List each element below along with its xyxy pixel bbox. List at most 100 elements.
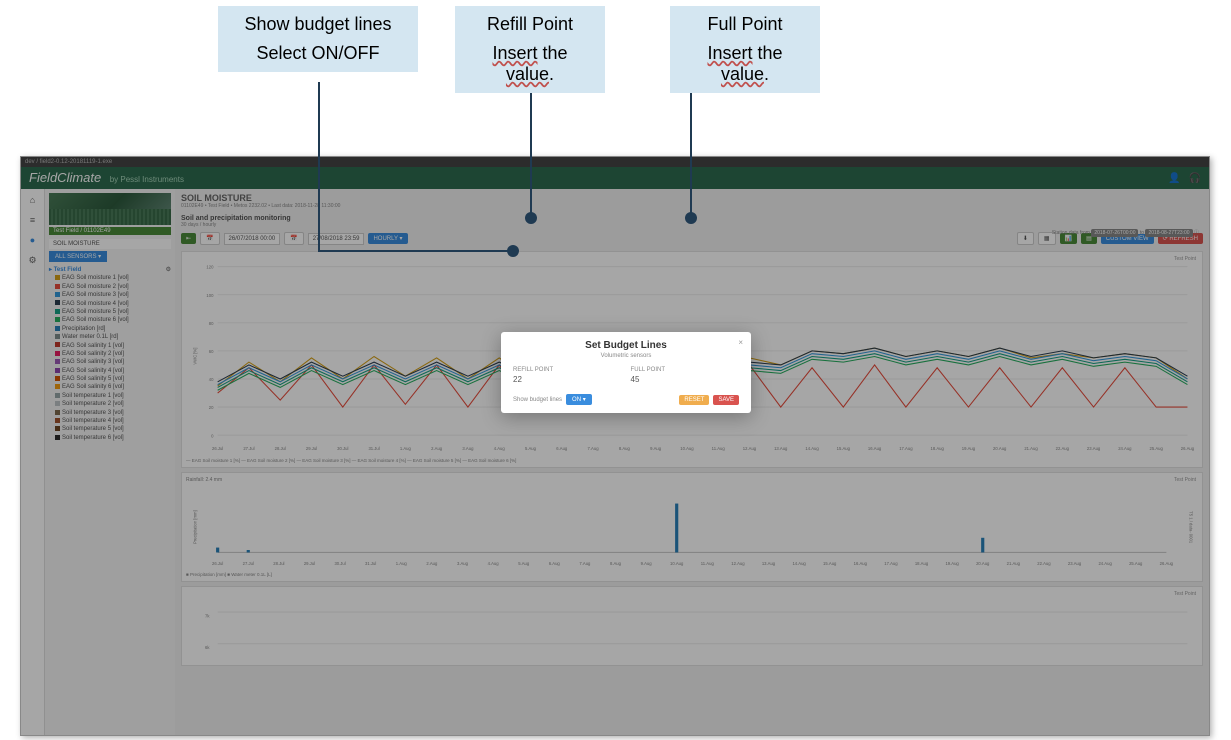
hourly-button[interactable]: HOURLY ▾ — [368, 233, 407, 244]
svg-text:3.Aug: 3.Aug — [457, 561, 469, 566]
reset-button[interactable]: RESET — [679, 395, 709, 405]
rainfall-chart-panel: Test Point Rainfall: 2.4 mm 26.Jul27.Jul… — [181, 472, 1203, 581]
sensor-tree-item[interactable]: EAG Soil salinity 4 [vol] — [49, 367, 171, 375]
svg-text:16.Aug: 16.Aug — [854, 561, 868, 566]
svg-text:40: 40 — [209, 377, 214, 382]
drop-icon[interactable]: ● — [30, 235, 35, 245]
full-point-input[interactable]: 45 — [631, 375, 739, 384]
sensor-tree-item[interactable]: Soil temperature 3 [vol] — [49, 409, 171, 417]
sensor-tree-item[interactable]: Precipitation [rd] — [49, 325, 171, 333]
sensor-tree-item[interactable]: EAG Soil salinity 5 [vol] — [49, 375, 171, 383]
svg-text:7.Aug: 7.Aug — [579, 561, 591, 566]
brand-name: FieldClimate — [29, 170, 101, 185]
modal-close-button[interactable]: × — [738, 338, 743, 347]
save-button[interactable]: SAVE — [713, 395, 739, 405]
sensor-tree-item[interactable]: EAG Soil salinity 6 [vol] — [49, 383, 171, 391]
svg-text:11.Aug: 11.Aug — [712, 446, 726, 451]
modal-subtitle: Volumetric sensors — [513, 353, 739, 359]
svg-text:24.Aug: 24.Aug — [1118, 446, 1132, 451]
sensor-tree-item[interactable]: EAG Soil salinity 2 [vol] — [49, 350, 171, 358]
svg-text:17.Aug: 17.Aug — [884, 561, 898, 566]
svg-text:2.Aug: 2.Aug — [426, 561, 438, 566]
svg-text:25.Aug: 25.Aug — [1129, 561, 1143, 566]
pointer-budget-v — [318, 82, 320, 252]
svg-text:14.Aug: 14.Aug — [805, 446, 819, 451]
pointer-full-v — [690, 82, 692, 217]
svg-text:8.Aug: 8.Aug — [619, 446, 631, 451]
svg-text:26.Jul: 26.Jul — [212, 446, 223, 451]
svg-text:5.Aug: 5.Aug — [518, 561, 530, 566]
refill-point-input[interactable]: 22 — [513, 375, 621, 384]
tree-header[interactable]: ▸ Test Field ⚙ — [49, 266, 171, 274]
sensor-tree-item[interactable]: EAG Soil moisture 3 [vol] — [49, 291, 171, 299]
sensor-tree-item[interactable]: EAG Soil moisture 5 [vol] — [49, 308, 171, 316]
svg-text:21.Aug: 21.Aug — [1007, 561, 1021, 566]
rainfall-chart: 26.Jul27.Jul28.Jul29.Jul30.Jul31.Jul1.Au… — [186, 485, 1198, 569]
svg-text:60: 60 — [209, 349, 214, 354]
callout-full-title: Full Point — [688, 14, 802, 35]
date-from-input[interactable]: 26/07/2018 00:00 — [224, 233, 281, 245]
app-screenshot: dev / field2-0.12-20181119-1.exe FieldCl… — [20, 156, 1210, 736]
svg-text:VWC [%]: VWC [%] — [193, 348, 198, 365]
collapse-button[interactable]: ⇤ — [181, 233, 196, 244]
date-to-input[interactable]: 27/08/2018 23:59 — [308, 233, 365, 245]
svg-text:15.Aug: 15.Aug — [837, 446, 851, 451]
svg-text:6k: 6k — [205, 645, 210, 650]
sensor-tree-item[interactable]: Soil temperature 4 [vol] — [49, 417, 171, 425]
page-crumb: 01102E49 • Test Field • Metos 2232.02 • … — [181, 203, 1203, 209]
main-area: ⌂ ≡ ● ⚙ Test Field / 01102E49 SOIL MOIST… — [21, 189, 1209, 735]
sensor-tree-item[interactable]: EAG Soil moisture 2 [vol] — [49, 283, 171, 291]
svg-text:19.Aug: 19.Aug — [962, 446, 976, 451]
sensor-tree-item[interactable]: Soil temperature 2 [vol] — [49, 400, 171, 408]
sensor-tree-item[interactable]: Soil temperature 1 [vol] — [49, 392, 171, 400]
user-icon[interactable]: 👤 — [1168, 173, 1180, 184]
svg-text:26.Aug: 26.Aug — [1181, 446, 1195, 451]
svg-text:T5 1 / data- 0001: T5 1 / data- 0001 — [1189, 511, 1194, 544]
svg-text:100: 100 — [206, 293, 214, 298]
top-bar: FieldClimate by Pessl Instruments 👤 🎧 — [21, 167, 1209, 189]
show-budget-label: Show budget lines — [513, 397, 562, 403]
download-button[interactable]: ⬇ — [1017, 232, 1034, 245]
svg-text:31.Jul: 31.Jul — [368, 446, 379, 451]
sensor-tree-item[interactable]: Water meter 0.1L [rd] — [49, 333, 171, 341]
sensor-tree-item[interactable]: EAG Soil moisture 4 [vol] — [49, 300, 171, 308]
svg-text:28.Jul: 28.Jul — [275, 446, 286, 451]
svg-text:30.Jul: 30.Jul — [337, 446, 348, 451]
all-sensors-button[interactable]: ALL SENSORS ▾ — [49, 251, 107, 262]
sensor-tree-item[interactable]: EAG Soil salinity 3 [vol] — [49, 358, 171, 366]
pointer-budget-h — [318, 250, 512, 252]
show-budget-toggle[interactable]: ON ▾ — [566, 394, 592, 405]
sidebar-section: SOIL MOISTURE — [49, 239, 171, 249]
list-icon[interactable]: ≡ — [30, 215, 35, 225]
svg-text:0: 0 — [211, 433, 214, 438]
svg-text:13.Aug: 13.Aug — [762, 561, 776, 566]
gear-icon[interactable]: ⚙ — [28, 255, 36, 266]
sensor-tree-item[interactable]: EAG Soil moisture 6 [vol] — [49, 316, 171, 324]
home-icon[interactable]: ⌂ — [30, 195, 35, 205]
svg-text:6.Aug: 6.Aug — [556, 446, 568, 451]
modal-title: Set Budget Lines — [513, 340, 739, 351]
left-rail: ⌂ ≡ ● ⚙ — [21, 189, 45, 735]
svg-text:12.Aug: 12.Aug — [731, 561, 745, 566]
svg-text:15.Aug: 15.Aug — [823, 561, 837, 566]
svg-text:13.Aug: 13.Aug — [774, 446, 788, 451]
svg-text:26.Aug: 26.Aug — [1160, 561, 1174, 566]
svg-text:29.Jul: 29.Jul — [304, 561, 315, 566]
calendar-to-icon[interactable]: 📅 — [284, 232, 303, 245]
headset-icon[interactable]: 🎧 — [1189, 173, 1201, 184]
sensor-tree-item[interactable]: Soil temperature 6 [vol] — [49, 434, 171, 442]
svg-text:24.Aug: 24.Aug — [1098, 561, 1112, 566]
svg-text:1.Aug: 1.Aug — [400, 446, 412, 451]
calendar-from-icon[interactable]: 📅 — [200, 232, 219, 245]
svg-text:27.Jul: 27.Jul — [243, 446, 254, 451]
svg-text:20: 20 — [209, 405, 214, 410]
svg-text:12.Aug: 12.Aug — [743, 446, 757, 451]
sensor-tree-item[interactable]: EAG Soil salinity 1 [vol] — [49, 342, 171, 350]
svg-text:10.Aug: 10.Aug — [680, 446, 694, 451]
field-thumbnail[interactable] — [49, 193, 171, 225]
sensor-tree-item[interactable]: Soil temperature 5 [vol] — [49, 425, 171, 433]
svg-text:9.Aug: 9.Aug — [641, 561, 653, 566]
rainfall-label: Rainfall: 2.4 mm — [186, 477, 1198, 483]
rainfall-legend: ■ Precipitation [mm] ■ Water meter 0.1L … — [186, 572, 1198, 577]
sensor-tree-item[interactable]: EAG Soil moisture 1 [vol] — [49, 274, 171, 282]
